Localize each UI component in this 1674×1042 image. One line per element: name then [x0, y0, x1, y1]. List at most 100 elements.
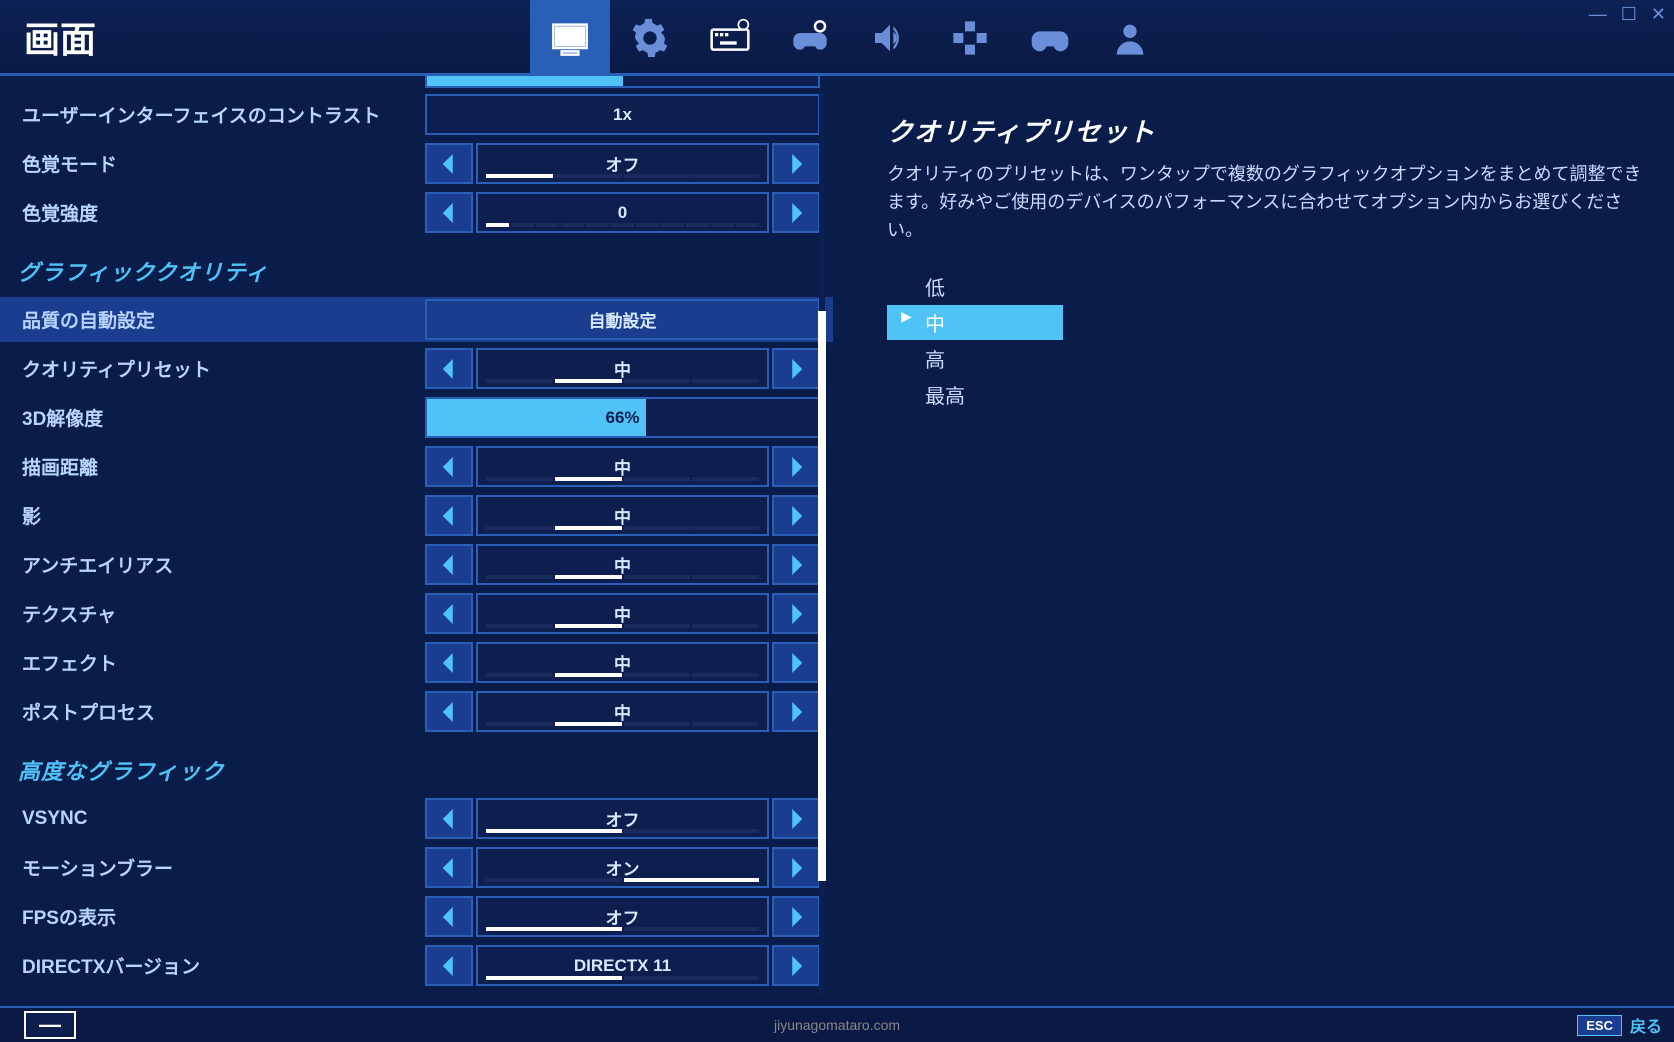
arrow-left-button[interactable]	[425, 896, 473, 937]
setting-post-process[interactable]: ポストプロセス 中	[0, 689, 833, 734]
arrow-left-button[interactable]	[425, 544, 473, 585]
header-bar: 画面 — ☐ ✕	[0, 0, 1674, 76]
value-display[interactable]: 中	[476, 691, 769, 732]
setting-label: モーションブラー	[0, 854, 425, 881]
tab-controller[interactable]	[1010, 0, 1090, 76]
setting-3d-resolution[interactable]: 3D解像度 66%	[0, 395, 833, 440]
value-display[interactable]: オン	[476, 847, 769, 888]
value-display[interactable]: オフ	[476, 896, 769, 937]
setting-shadows[interactable]: 影 中	[0, 493, 833, 538]
footer-minus-button[interactable]: —	[24, 1011, 76, 1039]
setting-label: 影	[0, 502, 425, 529]
arrow-left-button[interactable]	[425, 446, 473, 487]
setting-fps-display[interactable]: FPSの表示 オフ	[0, 894, 833, 939]
tab-game-settings[interactable]	[610, 0, 690, 76]
setting-label: VSYNC	[0, 808, 425, 830]
auto-set-button[interactable]: 自動設定	[425, 299, 820, 340]
settings-list: ユーザーインターフェイスのコントラスト 1x 色覚モード オフ 色覚強度	[0, 76, 845, 1006]
setting-vsync[interactable]: VSYNC オフ	[0, 796, 833, 841]
close-button[interactable]: ✕	[1651, 4, 1666, 25]
watermark: jiyunagomataro.com	[774, 1017, 900, 1033]
preset-option[interactable]: 低	[887, 269, 1650, 304]
setting-label: テクスチャ	[0, 600, 425, 627]
value-display[interactable]: オフ	[476, 143, 769, 184]
arrow-right-button[interactable]	[772, 348, 820, 389]
tab-account[interactable]	[1090, 0, 1170, 76]
setting-color-mode[interactable]: 色覚モード オフ	[0, 141, 833, 186]
arrow-left-button[interactable]	[425, 691, 473, 732]
page-title: 画面	[0, 11, 96, 63]
setting-auto-quality[interactable]: 品質の自動設定 自動設定	[0, 297, 833, 342]
slider-3d-resolution[interactable]: 66%	[425, 397, 820, 438]
tab-video[interactable]	[530, 0, 610, 76]
setting-color-intensity[interactable]: 色覚強度 0	[0, 190, 833, 235]
setting-label: 色覚モード	[0, 150, 425, 177]
arrow-right-button[interactable]	[772, 143, 820, 184]
setting-view-distance[interactable]: 描画距離 中	[0, 444, 833, 489]
section-graphics-quality: グラフィッククオリティ	[0, 239, 833, 297]
help-panel: クオリティプリセット クオリティのプリセットは、ワンタップで複数のグラフィックオ…	[845, 76, 1674, 1006]
arrow-left-button[interactable]	[425, 348, 473, 389]
arrow-right-button[interactable]	[772, 847, 820, 888]
footer-bar: — jiyunagomataro.com ESC 戻る	[0, 1006, 1674, 1042]
preset-option[interactable]: 高	[887, 341, 1650, 376]
setting-textures[interactable]: テクスチャ 中	[0, 591, 833, 636]
scrollbar[interactable]	[819, 91, 825, 996]
arrow-right-button[interactable]	[772, 798, 820, 839]
setting-quality-preset[interactable]: クオリティプリセット 中	[0, 346, 833, 391]
setting-label: 品質の自動設定	[0, 306, 425, 333]
value-display[interactable]: 中	[476, 348, 769, 389]
minimize-button[interactable]: —	[1589, 4, 1607, 25]
setting-label: 3D解像度	[0, 404, 425, 431]
setting-ui-contrast[interactable]: ユーザーインターフェイスのコントラスト 1x	[0, 92, 833, 137]
arrow-right-button[interactable]	[772, 896, 820, 937]
setting-label: ポストプロセス	[0, 698, 425, 725]
arrow-right-button[interactable]	[772, 192, 820, 233]
window-controls: — ☐ ✕	[1589, 4, 1666, 25]
maximize-button[interactable]: ☐	[1621, 4, 1637, 25]
scrollbar-thumb[interactable]	[818, 311, 826, 881]
value-display[interactable]: 中	[476, 495, 769, 536]
setting-label: 色覚強度	[0, 199, 425, 226]
value-display[interactable]: 中	[476, 642, 769, 683]
tab-hud[interactable]	[930, 0, 1010, 76]
arrow-left-button[interactable]	[425, 593, 473, 634]
preset-option[interactable]: 最高	[887, 377, 1650, 412]
value-display[interactable]: 1x	[425, 94, 820, 135]
back-button[interactable]: 戻る	[1630, 1013, 1662, 1037]
setting-label: エフェクト	[0, 649, 425, 676]
preset-option[interactable]: 中	[887, 305, 1063, 340]
setting-directx[interactable]: DIRECTXバージョン DIRECTX 11	[0, 943, 833, 988]
tab-audio[interactable]	[850, 0, 930, 76]
value-display[interactable]: DIRECTX 11	[476, 945, 769, 986]
arrow-left-button[interactable]	[425, 945, 473, 986]
arrow-left-button[interactable]	[425, 143, 473, 184]
arrow-left-button[interactable]	[425, 642, 473, 683]
value-display[interactable]: 中	[476, 544, 769, 585]
value-display[interactable]: 0	[476, 192, 769, 233]
value-display[interactable]: 中	[476, 446, 769, 487]
arrow-right-button[interactable]	[772, 495, 820, 536]
arrow-right-button[interactable]	[772, 691, 820, 732]
section-advanced-graphics: 高度なグラフィック	[0, 738, 833, 796]
arrow-right-button[interactable]	[772, 642, 820, 683]
preset-option-list: 低中高最高	[887, 269, 1650, 412]
arrow-right-button[interactable]	[772, 446, 820, 487]
tab-controller-settings[interactable]	[770, 0, 850, 76]
setting-motion-blur[interactable]: モーションブラー オン	[0, 845, 833, 890]
arrow-left-button[interactable]	[425, 798, 473, 839]
setting-effects[interactable]: エフェクト 中	[0, 640, 833, 685]
value-display[interactable]: オフ	[476, 798, 769, 839]
setting-label: アンチエイリアス	[0, 551, 425, 578]
arrow-right-button[interactable]	[772, 593, 820, 634]
value-display[interactable]: 中	[476, 593, 769, 634]
arrow-left-button[interactable]	[425, 192, 473, 233]
arrow-right-button[interactable]	[772, 544, 820, 585]
setting-label: ユーザーインターフェイスのコントラスト	[0, 101, 425, 128]
tab-keyboard[interactable]	[690, 0, 770, 76]
arrow-left-button[interactable]	[425, 847, 473, 888]
arrow-left-button[interactable]	[425, 495, 473, 536]
arrow-right-button[interactable]	[772, 945, 820, 986]
help-description: クオリティのプリセットは、ワンタップで複数のグラフィックオプションをまとめて調整…	[887, 161, 1650, 245]
setting-anti-aliasing[interactable]: アンチエイリアス 中	[0, 542, 833, 587]
